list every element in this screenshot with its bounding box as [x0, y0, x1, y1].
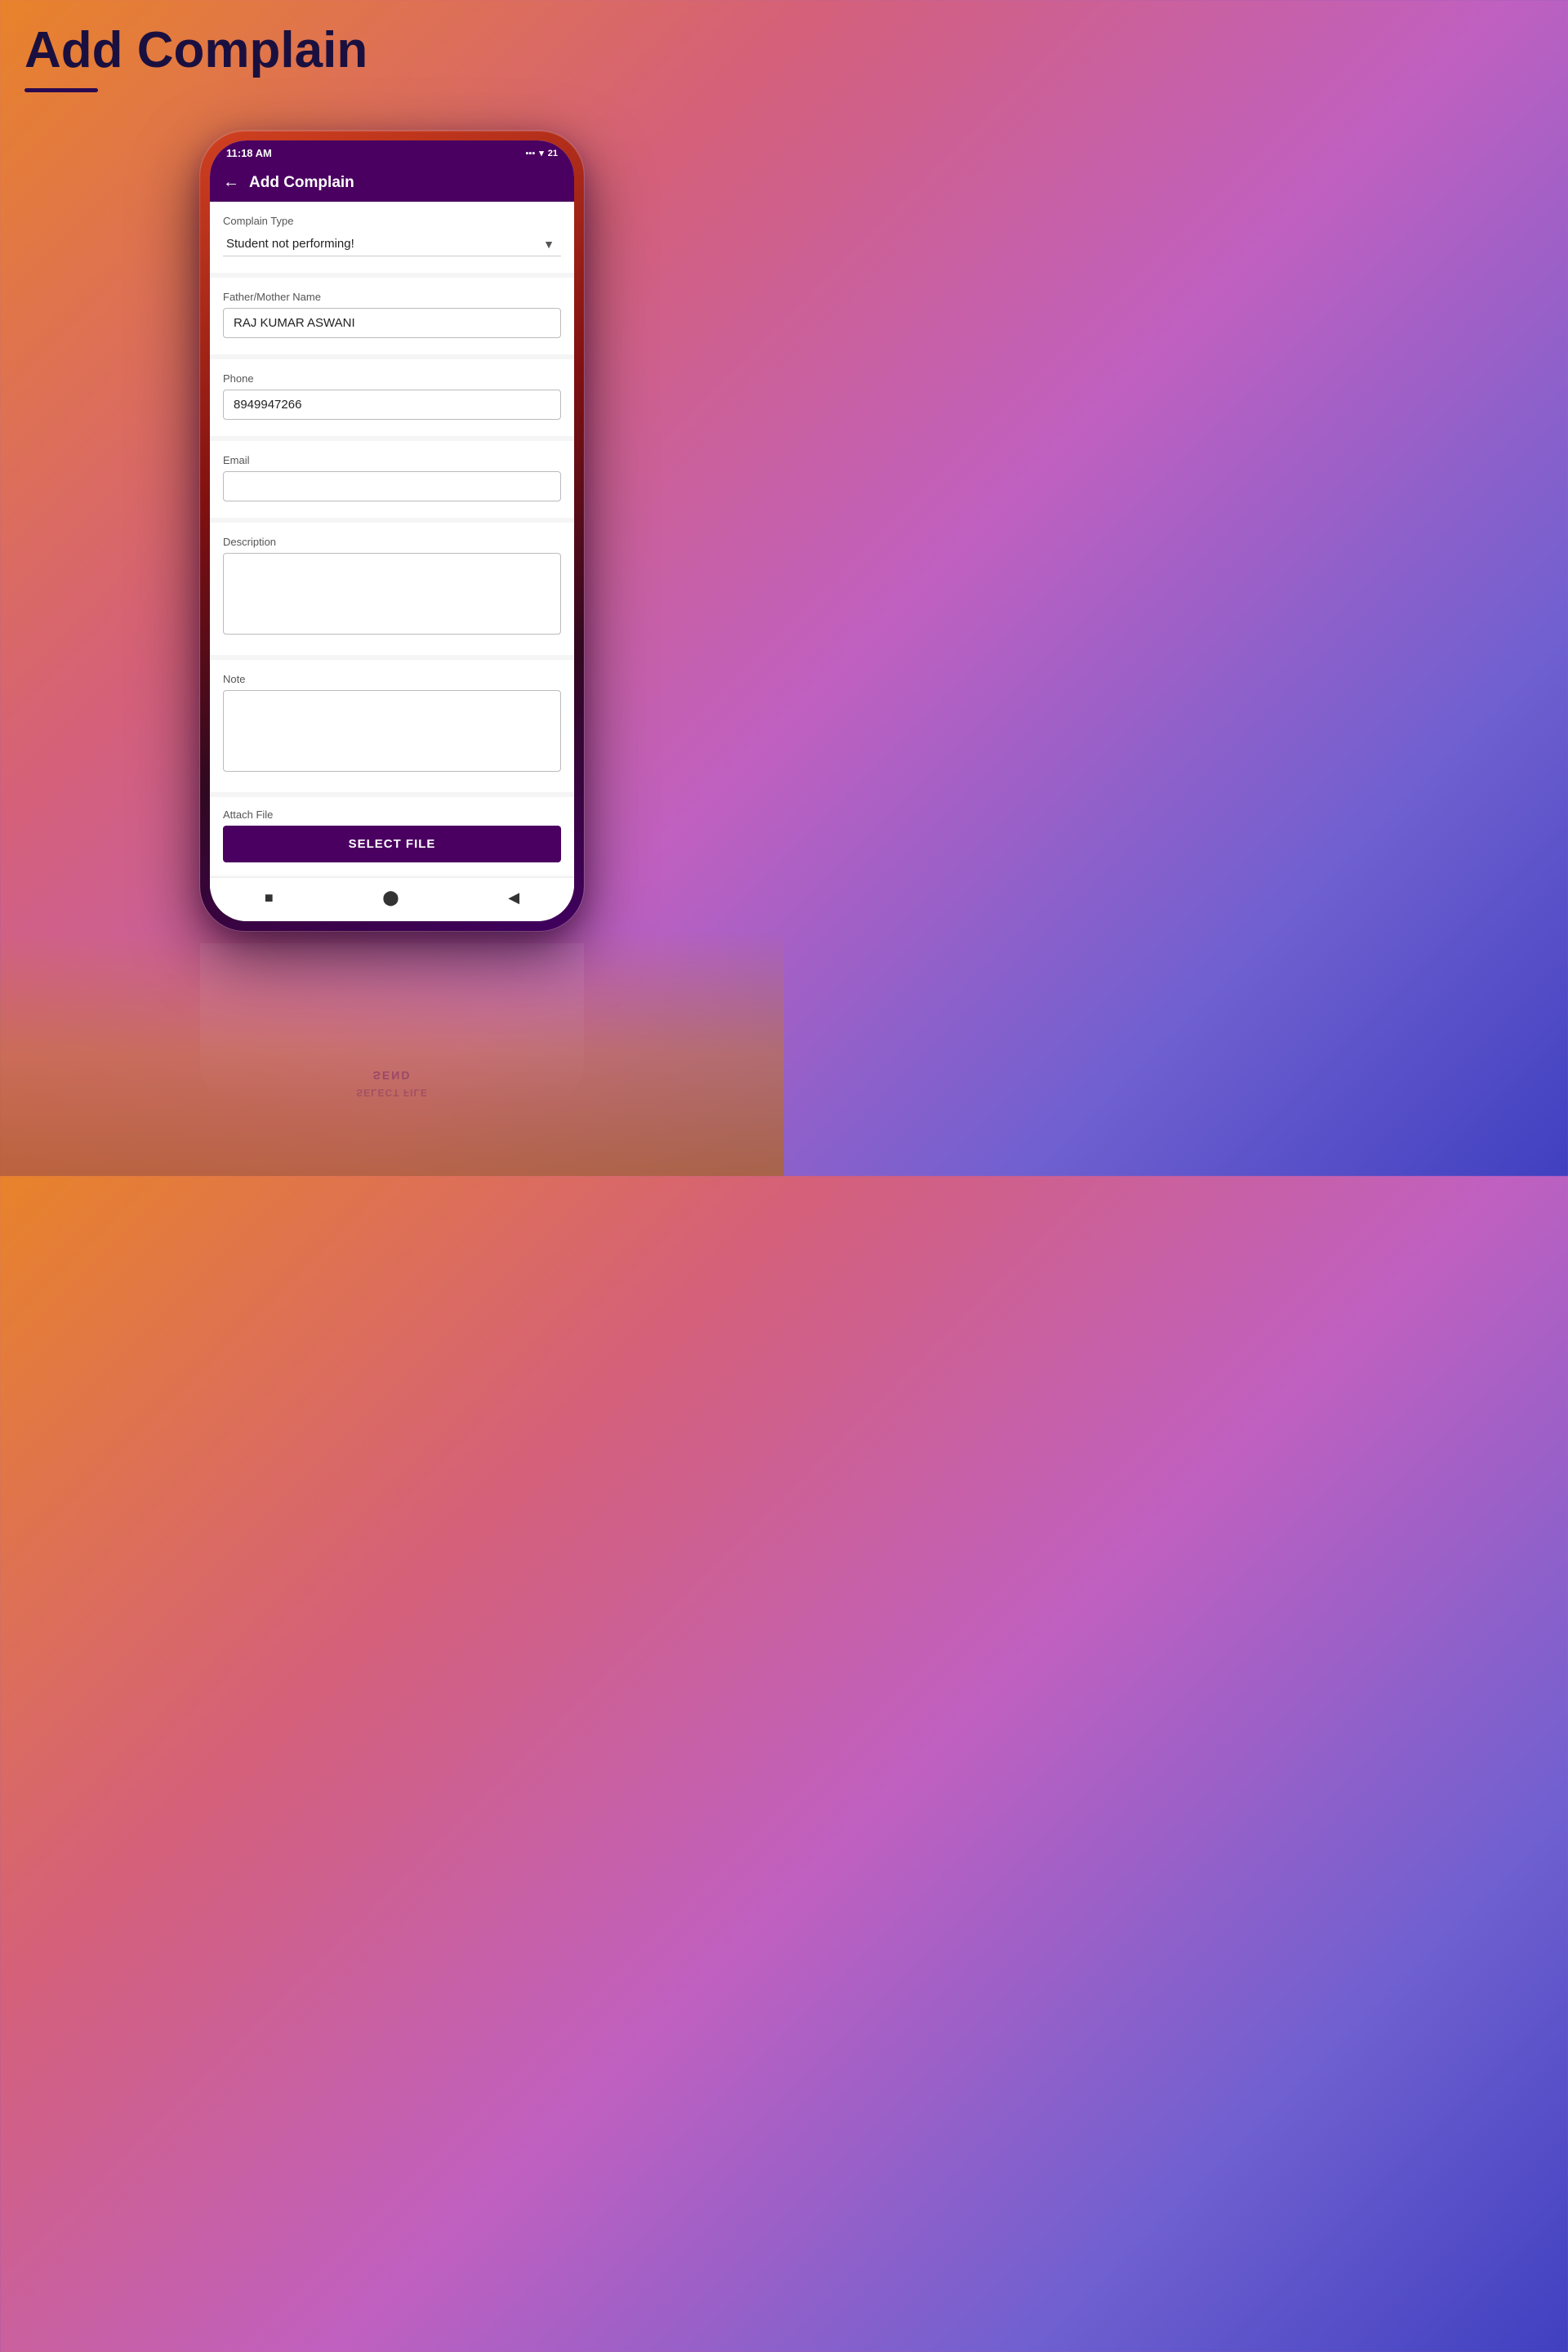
phone-outer-shell: 11:18 AM ▪▪▪ ▾ 21 ← Add Complain Complai…: [200, 131, 584, 931]
battery-icon: 21: [548, 149, 558, 158]
page-title: Add Complain: [24, 23, 368, 78]
father-mother-input[interactable]: [223, 308, 561, 338]
reflection-send-text: SEND: [373, 1069, 412, 1082]
nav-bar: ■ ⬤ ◀: [210, 877, 574, 921]
nav-home-button[interactable]: ⬤: [374, 886, 407, 910]
app-header: ← Add Complain: [210, 163, 574, 202]
form-content: Complain Type Student not performing! Be…: [210, 202, 574, 877]
phone-device: 11:18 AM ▪▪▪ ▾ 21 ← Add Complain Complai…: [200, 131, 584, 931]
note-label: Note: [223, 673, 561, 685]
email-section: Email: [210, 441, 574, 518]
father-mother-section: Father/Mother Name: [210, 278, 574, 354]
email-label: Email: [223, 454, 561, 466]
description-section: Description: [210, 523, 574, 655]
complain-type-label: Complain Type: [223, 215, 561, 227]
complain-type-select[interactable]: Student not performing! Behavior Issue A…: [223, 232, 561, 256]
status-time: 11:18 AM: [226, 147, 272, 159]
note-section: Note: [210, 660, 574, 792]
title-underline: [24, 88, 98, 92]
attach-file-label: Attach File: [223, 808, 561, 821]
back-button[interactable]: ←: [223, 173, 239, 192]
page-title-area: Add Complain: [24, 23, 368, 92]
nav-back-button[interactable]: ◀: [500, 886, 528, 910]
complain-type-section: Complain Type Student not performing! Be…: [210, 202, 574, 273]
wifi-icon: ▾: [539, 148, 544, 158]
complain-type-dropdown-wrapper: Student not performing! Behavior Issue A…: [223, 232, 561, 256]
nav-stop-button[interactable]: ■: [256, 886, 282, 910]
phone-section: Phone: [210, 359, 574, 436]
reflection-select-text: SELECT FILE: [356, 1087, 428, 1098]
father-mother-label: Father/Mother Name: [223, 291, 561, 303]
description-textarea[interactable]: [223, 553, 561, 635]
email-input[interactable]: [223, 471, 561, 501]
phone-input[interactable]: [223, 390, 561, 420]
attach-file-section: Attach File SELECT FILE: [210, 797, 574, 875]
status-bar: 11:18 AM ▪▪▪ ▾ 21: [210, 140, 574, 163]
phone-screen: 11:18 AM ▪▪▪ ▾ 21 ← Add Complain Complai…: [210, 140, 574, 921]
phone-reflection: SEND SELECT FILE: [200, 943, 584, 1107]
select-file-button[interactable]: SELECT FILE: [223, 826, 561, 862]
description-label: Description: [223, 536, 561, 548]
note-textarea[interactable]: [223, 690, 561, 772]
status-icons: ▪▪▪ ▾ 21: [526, 148, 558, 158]
app-header-title: Add Complain: [249, 174, 354, 192]
phone-label: Phone: [223, 372, 561, 385]
signal-icon: ▪▪▪: [526, 149, 536, 158]
